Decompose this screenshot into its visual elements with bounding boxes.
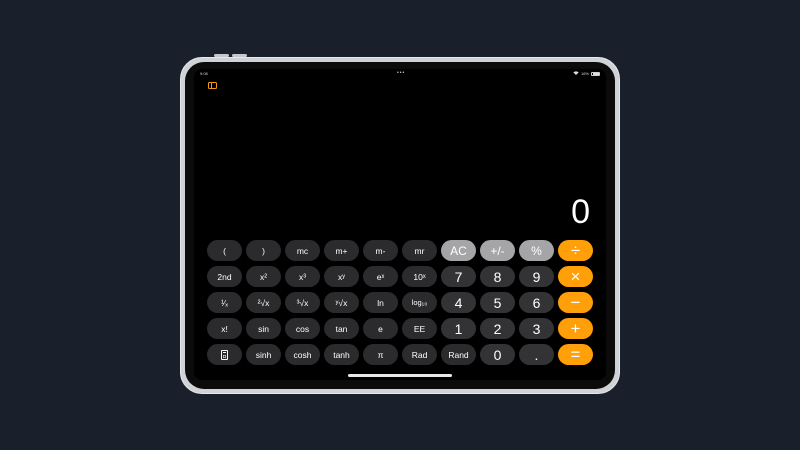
key-m[interactable]: m+ [324, 240, 359, 261]
key-x[interactable]: x² [246, 266, 281, 287]
key-x[interactable]: ³√x [285, 292, 320, 313]
key-mr[interactable]: mr [402, 240, 437, 261]
key-x[interactable]: ²√x [246, 292, 281, 313]
battery-percent: 16% [580, 71, 589, 76]
key-tanh[interactable]: tanh [324, 344, 359, 365]
key-r4c9[interactable]: = [558, 344, 593, 365]
key-ac[interactable]: AC [441, 240, 476, 261]
key-ee[interactable]: EE [402, 318, 437, 339]
key-10[interactable]: 10ˣ [402, 266, 437, 287]
key-7[interactable]: 7 [441, 266, 476, 287]
key-r2c0[interactable]: ¹⁄ₓ [207, 292, 242, 313]
key-x[interactable]: ʸ√x [324, 292, 359, 313]
key-r0c0[interactable]: ( [207, 240, 242, 261]
key-mc[interactable]: mc [285, 240, 320, 261]
key-tan[interactable]: tan [324, 318, 359, 339]
status-indicators: 16% [573, 71, 600, 76]
key-r0c7[interactable]: +/- [480, 240, 515, 261]
key-r0c1[interactable]: ) [246, 240, 281, 261]
key-r0c9[interactable]: ÷ [558, 240, 593, 261]
key-6[interactable]: 6 [519, 292, 554, 313]
home-indicator[interactable] [348, 374, 452, 377]
keypad: () mc m+ m-mr AC +/-% ÷ 2nd x² x³ xʸ eˣ 10ˣ 7 8 9 × ¹⁄ₓ ²√… [207, 240, 593, 365]
key-r2c9[interactable]: − [558, 292, 593, 313]
key-0[interactable]: 0 [480, 344, 515, 365]
key-r1c9[interactable]: × [558, 266, 593, 287]
key-2[interactable]: 2 [480, 318, 515, 339]
calculator-button[interactable] [207, 344, 242, 365]
key-m[interactable]: m- [363, 240, 398, 261]
key-2nd[interactable]: 2nd [207, 266, 242, 287]
key-r3c9[interactable]: + [558, 318, 593, 339]
key-r4c8[interactable]: . [519, 344, 554, 365]
display-value: 0 [571, 193, 590, 231]
calculator-screen: 9:08 ••• 16% 0 () mc m+ m-mr AC +/-% ÷ 2nd x² x³ x… [194, 69, 606, 380]
key-x[interactable]: xʸ [324, 266, 359, 287]
key-3[interactable]: 3 [519, 318, 554, 339]
key-ln[interactable]: ln [363, 292, 398, 313]
key-sin[interactable]: sin [246, 318, 281, 339]
sidebar-toggle-icon[interactable] [208, 82, 217, 89]
key-r4c4[interactable]: π [363, 344, 398, 365]
key-e[interactable]: eˣ [363, 266, 398, 287]
key-rand[interactable]: Rand [441, 344, 476, 365]
key-5[interactable]: 5 [480, 292, 515, 313]
key-cos[interactable]: cos [285, 318, 320, 339]
key-cosh[interactable]: cosh [285, 344, 320, 365]
key-x[interactable]: x! [207, 318, 242, 339]
wifi-icon [573, 71, 579, 76]
key-x[interactable]: x³ [285, 266, 320, 287]
key-4[interactable]: 4 [441, 292, 476, 313]
key-log[interactable]: log₁₀ [402, 292, 437, 313]
key-1[interactable]: 1 [441, 318, 476, 339]
multitask-dots[interactable]: ••• [397, 70, 405, 76]
key-rad[interactable]: Rad [402, 344, 437, 365]
status-time: 9:08 [200, 71, 208, 76]
key-r0c8[interactable]: % [519, 240, 554, 261]
key-9[interactable]: 9 [519, 266, 554, 287]
key-sinh[interactable]: sinh [246, 344, 281, 365]
key-e[interactable]: e [363, 318, 398, 339]
key-8[interactable]: 8 [480, 266, 515, 287]
battery-icon [591, 71, 600, 76]
calculator-icon [221, 349, 228, 360]
